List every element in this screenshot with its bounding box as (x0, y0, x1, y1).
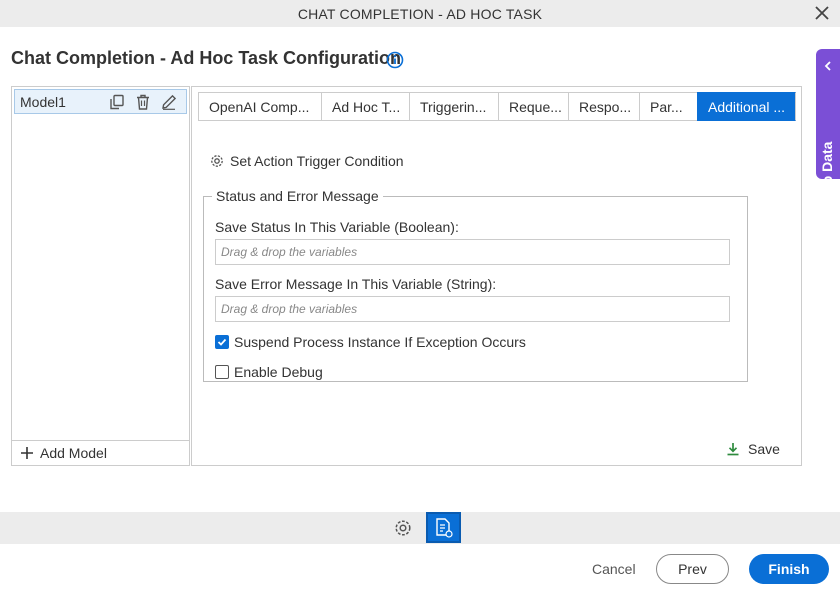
model-item[interactable]: Model1 (14, 89, 187, 114)
add-model-button[interactable]: Add Model (12, 440, 189, 465)
save-label: Save (748, 441, 780, 457)
bottom-toolbar (0, 512, 840, 544)
document-settings-icon (435, 517, 453, 538)
checkbox-checked[interactable] (215, 335, 229, 349)
enable-debug-checkbox[interactable]: Enable Debug (215, 364, 323, 380)
page-title: Chat Completion - Ad Hoc Task Configurat… (11, 48, 401, 68)
checkmark-icon (217, 338, 227, 346)
save-button[interactable]: Save (726, 441, 780, 457)
tab-response[interactable]: Respo... (568, 92, 639, 121)
app-data-label: App Data (819, 141, 835, 203)
status-error-group: Status and Error Message Save Status In … (203, 188, 748, 382)
tab-request[interactable]: Reque... (498, 92, 568, 121)
window-title: CHAT COMPLETION - AD HOC TASK (297, 5, 543, 22)
checkbox-unchecked[interactable] (215, 365, 229, 379)
suspend-process-label: Suspend Process Instance If Exception Oc… (234, 334, 526, 350)
save-status-label: Save Status In This Variable (Boolean): (215, 219, 459, 235)
tab-ad-hoc-task[interactable]: Ad Hoc T... (321, 92, 409, 121)
info-icon[interactable] (386, 51, 404, 69)
title-bar: CHAT COMPLETION - AD HOC TASK (0, 0, 840, 27)
tab-parameters[interactable]: Par... (639, 92, 697, 121)
tab-bar: OpenAI Comp... Ad Hoc T... Triggerin... … (198, 92, 796, 122)
enable-debug-label: Enable Debug (234, 364, 323, 380)
tab-openai-completion[interactable]: OpenAI Comp... (198, 92, 321, 121)
save-status-input[interactable] (215, 239, 730, 265)
edit-icon[interactable] (160, 93, 178, 111)
gear-icon (211, 155, 223, 167)
add-model-label: Add Model (40, 445, 107, 461)
cancel-button[interactable]: Cancel (592, 561, 636, 577)
app-data-tab[interactable]: App Data (816, 49, 840, 203)
finish-button[interactable]: Finish (749, 554, 829, 584)
tab-additional[interactable]: Additional ... (697, 92, 796, 121)
close-icon[interactable] (814, 5, 830, 21)
activity-config-button[interactable] (426, 512, 461, 543)
tab-triggering[interactable]: Triggerin... (409, 92, 498, 121)
plus-icon (21, 447, 33, 459)
delete-icon[interactable] (134, 93, 152, 111)
status-error-legend: Status and Error Message (216, 188, 379, 204)
suspend-process-checkbox[interactable]: Suspend Process Instance If Exception Oc… (215, 334, 526, 350)
download-icon (727, 443, 739, 456)
trigger-label: Set Action Trigger Condition (230, 153, 404, 169)
prev-button[interactable]: Prev (656, 554, 729, 584)
copy-icon[interactable] (108, 93, 126, 111)
configuration-panel: OpenAI Comp... Ad Hoc T... Triggerin... … (191, 86, 802, 466)
model-name: Model1 (20, 93, 66, 110)
model-list-panel: Model1 Add Model (11, 86, 190, 466)
chevron-left-icon (824, 61, 831, 71)
set-action-trigger-condition[interactable]: Set Action Trigger Condition (209, 153, 404, 169)
settings-gear-icon[interactable] (393, 518, 413, 538)
save-error-label: Save Error Message In This Variable (Str… (215, 276, 497, 292)
save-error-input[interactable] (215, 296, 730, 322)
